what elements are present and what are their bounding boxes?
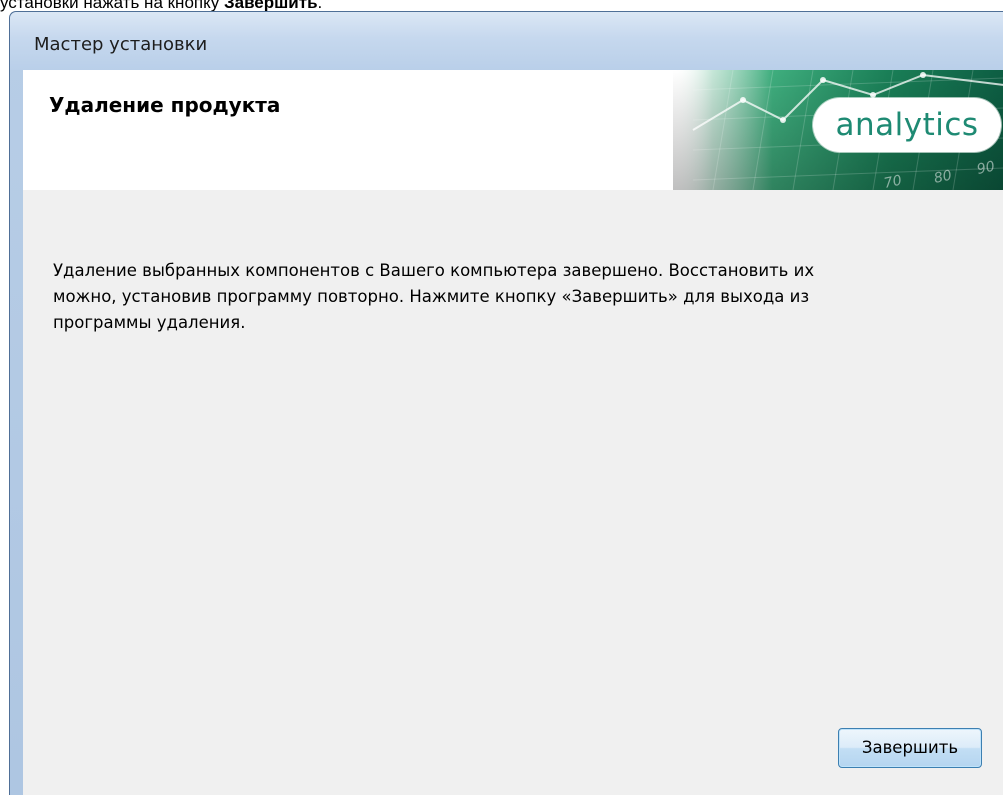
message-line: Удаление выбранных компонентов с Вашего …: [53, 261, 815, 280]
logo-text: analytics: [835, 107, 979, 143]
message-line: можно, установив программу повторно. Наж…: [53, 287, 810, 306]
wizard-client-area: Удаление продукта 70 80 90 analytics Уда…: [23, 70, 1003, 795]
analytics-logo: analytics: [813, 98, 1001, 152]
installer-window: Мастер установки Удаление продукта 70 80…: [9, 11, 1003, 795]
completion-message: Удаление выбранных компонентов с Вашего …: [53, 258, 953, 336]
wizard-header: Удаление продукта 70 80 90 analytics: [23, 70, 1003, 190]
finish-button[interactable]: Завершить: [838, 728, 982, 768]
analytics-banner: 70 80 90 analytics: [673, 70, 1003, 190]
page-title: Удаление продукта: [49, 93, 281, 117]
message-line: программы удаления.: [53, 313, 246, 332]
banner-number-70: 70: [883, 173, 904, 190]
window-title: Мастер установки: [34, 34, 208, 55]
title-bar[interactable]: Мастер установки: [10, 12, 1003, 70]
